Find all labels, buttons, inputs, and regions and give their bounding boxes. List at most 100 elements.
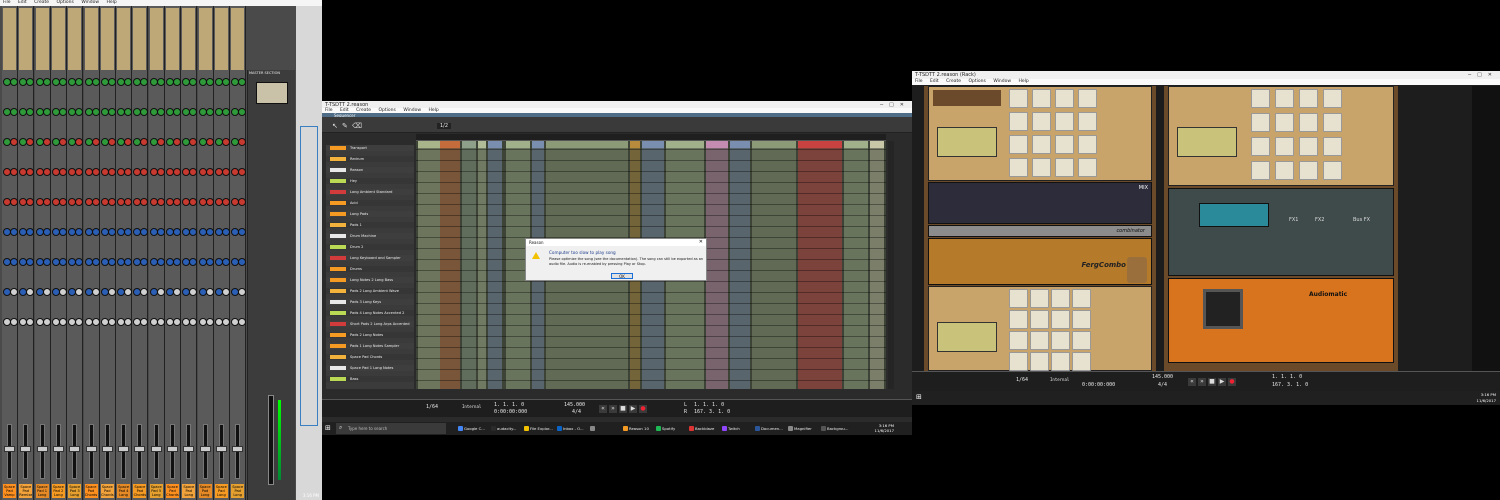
eq-knob[interactable] [10,168,18,176]
taskbar-app[interactable]: Backblaze [688,423,720,434]
drum-pad[interactable] [1072,289,1091,308]
eq-knob[interactable] [221,228,230,236]
sync-display[interactable]: Internal [462,404,481,409]
eq-knob[interactable] [26,198,35,206]
menu-window[interactable]: Window [993,79,1011,84]
taskbar-app[interactable]: Inbox - O... [556,423,588,434]
drum-pad[interactable] [1078,89,1097,108]
channel-name-label[interactable]: Space Pad Chords [84,484,98,498]
drum-pad[interactable] [1299,161,1318,180]
eq-knob[interactable] [91,78,100,86]
eq-knob[interactable] [140,198,149,206]
arrangement-clip-header[interactable] [488,141,502,148]
drum-pad[interactable] [1299,113,1318,132]
eq-knob[interactable] [189,228,198,236]
eq-knob[interactable] [205,108,214,116]
drum-pad[interactable] [1009,135,1028,154]
eq-knob[interactable] [10,78,18,86]
eq-knob[interactable] [189,168,198,176]
eq-knob[interactable] [189,288,198,296]
drum-pad[interactable] [1030,352,1049,371]
eq-knob[interactable] [91,258,100,266]
track-row[interactable]: Drum Machine [326,233,414,239]
channel-name-label[interactable]: Space Pad Long [198,484,212,498]
eq-knob[interactable] [42,138,51,146]
menu-window[interactable]: Window [81,0,99,5]
eq-knob[interactable] [238,168,247,176]
eq-knob[interactable] [156,138,165,146]
eq-knob[interactable] [124,138,133,146]
eq-knob[interactable] [107,228,116,236]
eq-knob[interactable] [42,78,51,86]
position-display[interactable]: 1. 1. 1. 0 [494,402,524,408]
menu-create[interactable]: Create [34,0,49,5]
eq-knob[interactable] [238,198,247,206]
drum-pad[interactable] [1055,89,1074,108]
rack-record-button[interactable]: ● [1228,378,1236,386]
eraser-tool-icon[interactable]: ⌫ [352,122,362,130]
eq-knob[interactable] [58,318,67,326]
eq-knob[interactable] [26,78,35,86]
rack-right-locator[interactable]: 167. 3. 1. 0 [1272,382,1308,388]
select-tool-icon[interactable]: ↖ [332,122,338,130]
fader-handle[interactable] [150,446,162,452]
drum-pad[interactable] [1072,352,1091,371]
eq-knob[interactable] [58,168,67,176]
drum-pad[interactable] [1030,331,1049,350]
track-row[interactable]: Reason [326,167,414,173]
eq-knob[interactable] [10,198,18,206]
drum-pad[interactable] [1072,331,1091,350]
fader-handle[interactable] [52,446,64,452]
eq-knob[interactable] [124,168,133,176]
eq-knob[interactable] [124,288,133,296]
eq-knob[interactable] [10,108,18,116]
eq-knob[interactable] [140,168,149,176]
rewind-button[interactable]: « [599,405,607,413]
track-row[interactable]: Long Ambient Standard [326,189,414,195]
taskbar-app[interactable]: audacity... [490,423,522,434]
drum-pad[interactable] [1251,161,1270,180]
arrangement-clip-lane[interactable] [844,141,868,389]
fader-handle[interactable] [232,446,244,452]
drum-pad[interactable] [1009,310,1028,329]
eq-knob[interactable] [140,228,149,236]
taskbar-app[interactable]: Google C... [457,423,489,434]
eq-knob[interactable] [91,198,100,206]
arrangement-clip-lane[interactable] [418,141,440,389]
taskbar-app[interactable]: Magnifier [787,423,819,434]
track-row[interactable]: Acid [326,200,414,206]
eq-knob[interactable] [205,138,214,146]
eq-knob[interactable] [205,318,214,326]
eq-knob[interactable] [58,228,67,236]
arrangement-clip-lane[interactable] [798,141,842,389]
taskbar-app[interactable]: Twitch [721,423,753,434]
taskbar-app[interactable] [589,423,621,434]
eq-knob[interactable] [221,108,230,116]
master-fader[interactable] [268,395,274,485]
play-button[interactable]: ▶ [629,405,637,413]
eq-knob[interactable] [140,258,149,266]
drum-pad[interactable] [1078,112,1097,131]
arrangement-clip-header[interactable] [478,141,486,148]
dialog-close-icon[interactable]: ✕ [699,239,703,246]
eq-knob[interactable] [42,288,51,296]
stop-button[interactable]: ■ [619,405,627,413]
track-row[interactable]: Redrum [326,156,414,162]
fader-handle[interactable] [69,446,81,452]
eq-knob[interactable] [107,288,116,296]
eq-knob[interactable] [189,138,198,146]
fader-handle[interactable] [101,446,113,452]
eq-knob[interactable] [156,78,165,86]
drum-pad[interactable] [1009,158,1028,177]
drum-pad[interactable] [1078,135,1097,154]
pencil-tool-icon[interactable]: ✎ [342,122,348,130]
eq-knob[interactable] [75,78,84,86]
eq-knob[interactable] [58,108,67,116]
eq-knob[interactable] [156,288,165,296]
arrangement-clip-lane[interactable] [752,141,796,389]
eq-knob[interactable] [107,198,116,206]
eq-knob[interactable] [42,108,51,116]
drum-pad[interactable] [1032,89,1051,108]
taskbar-search[interactable]: ⌕ Type here to search [336,423,446,434]
eq-knob[interactable] [26,138,35,146]
